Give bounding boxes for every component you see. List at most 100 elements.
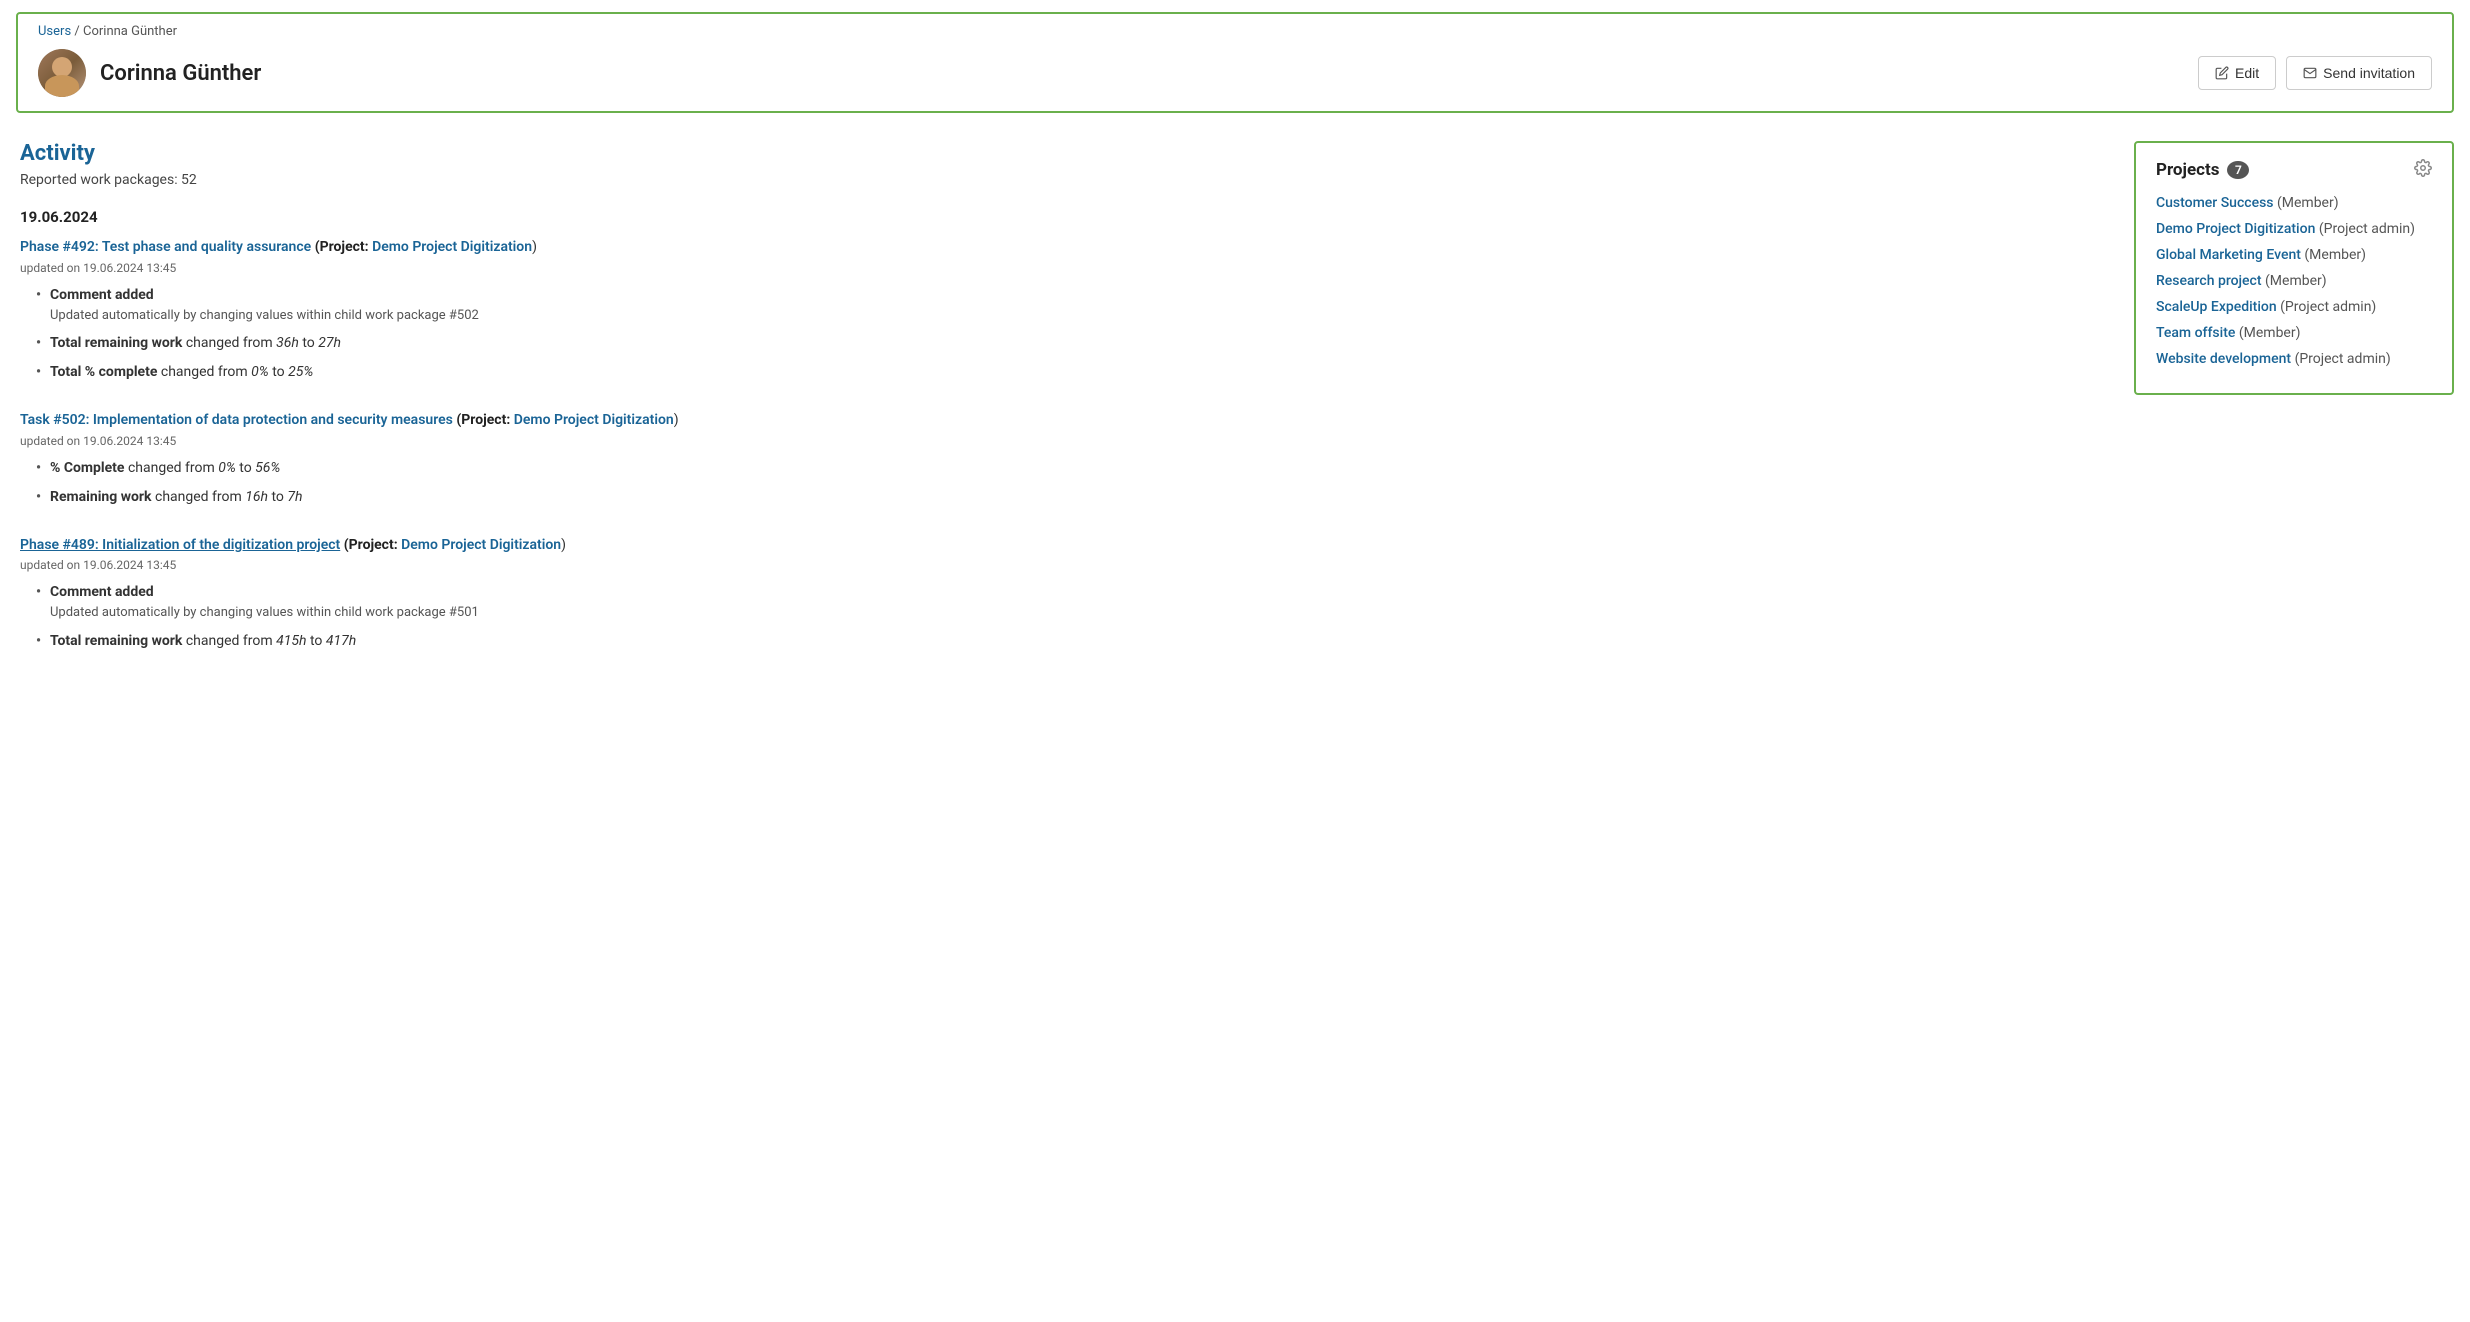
activity-date-header: 19.06.2024 bbox=[20, 208, 2110, 226]
projects-count-badge: 7 bbox=[2227, 161, 2249, 179]
edit-icon bbox=[2215, 66, 2229, 80]
activity-item-paren-close: ) bbox=[532, 239, 537, 255]
mail-icon bbox=[2303, 66, 2317, 80]
activity-item-link[interactable]: Phase #489: Initialization of the digiti… bbox=[20, 537, 340, 553]
header-section: Users / Corinna Günther Corinna Günther … bbox=[16, 12, 2454, 113]
changes-list: Comment added Updated automatically by c… bbox=[20, 582, 2110, 652]
activity-item-updated: updated on 19.06.2024 13:45 bbox=[20, 558, 2110, 572]
project-link[interactable]: ScaleUp Expedition bbox=[2156, 299, 2277, 315]
header-row: Corinna Günther Edit Send invitation bbox=[38, 49, 2432, 97]
project-link[interactable]: Global Marketing Event bbox=[2156, 247, 2301, 263]
project-link[interactable]: Team offsite bbox=[2156, 325, 2235, 341]
activity-project-link[interactable]: Demo Project Digitization bbox=[401, 537, 561, 553]
project-link[interactable]: Website development bbox=[2156, 351, 2291, 367]
activity-item-link[interactable]: Task #502: Implementation of data protec… bbox=[20, 412, 453, 428]
changes-list: Comment added Updated automatically by c… bbox=[20, 285, 2110, 384]
change-to: 56% bbox=[255, 460, 280, 476]
project-prefix-text: Project: bbox=[320, 239, 369, 255]
activity-item: Phase #492: Test phase and quality assur… bbox=[20, 238, 2110, 383]
activity-project-prefix: (Project: bbox=[344, 537, 401, 553]
projects-sidebar: Projects 7 Customer Success (Member) Dem… bbox=[2134, 141, 2454, 395]
change-item: Comment added Updated automatically by c… bbox=[36, 582, 2110, 623]
project-item: ScaleUp Expedition (Project admin) bbox=[2156, 299, 2432, 315]
projects-title: Projects bbox=[2156, 160, 2219, 180]
edit-button-label: Edit bbox=[2235, 65, 2259, 81]
change-item: Total % complete changed from 0% to 25% bbox=[36, 362, 2110, 383]
change-bold: Total remaining work bbox=[50, 335, 182, 351]
change-item: Remaining work changed from 16h to 7h bbox=[36, 487, 2110, 508]
activity-title: Activity bbox=[20, 141, 2110, 166]
project-item: Demo Project Digitization (Project admin… bbox=[2156, 221, 2432, 237]
change-item: Total remaining work changed from 36h to… bbox=[36, 333, 2110, 354]
project-role: (Project admin) bbox=[2295, 351, 2391, 367]
change-from: 0% bbox=[251, 364, 269, 380]
project-link[interactable]: Demo Project Digitization bbox=[2156, 221, 2315, 237]
project-item: Global Marketing Event (Member) bbox=[2156, 247, 2432, 263]
change-bold: Comment added bbox=[50, 584, 154, 600]
activity-item-title: Phase #492: Test phase and quality assur… bbox=[20, 238, 2110, 258]
change-to: 25% bbox=[288, 364, 313, 380]
change-description: Updated automatically by changing values… bbox=[50, 306, 2110, 326]
project-role: (Member) bbox=[2304, 247, 2366, 263]
breadcrumb-separator: / bbox=[74, 24, 79, 39]
gear-icon[interactable] bbox=[2414, 159, 2432, 181]
change-bold: Total % complete bbox=[50, 364, 157, 380]
change-to: 27h bbox=[318, 335, 341, 351]
projects-header: Projects 7 bbox=[2156, 159, 2432, 181]
activity-section: Activity Reported work packages: 52 19.0… bbox=[20, 141, 2110, 680]
edit-button[interactable]: Edit bbox=[2198, 56, 2276, 90]
project-item: Customer Success (Member) bbox=[2156, 195, 2432, 211]
breadcrumb-users-link[interactable]: Users bbox=[38, 24, 71, 39]
project-item: Team offsite (Member) bbox=[2156, 325, 2432, 341]
project-role: (Project admin) bbox=[2319, 221, 2415, 237]
activity-project-prefix: (Project: bbox=[456, 412, 513, 428]
change-to: 417h bbox=[326, 633, 356, 649]
change-item: % Complete changed from 0% to 56% bbox=[36, 458, 2110, 479]
change-bold: Total remaining work bbox=[50, 633, 182, 649]
activity-item-updated: updated on 19.06.2024 13:45 bbox=[20, 261, 2110, 275]
change-from: 0% bbox=[218, 460, 236, 476]
change-bold: Remaining work bbox=[50, 489, 152, 505]
changes-list: % Complete changed from 0% to 56% Remain… bbox=[20, 458, 2110, 508]
activity-item-paren-close: ) bbox=[674, 412, 679, 428]
send-invitation-button[interactable]: Send invitation bbox=[2286, 56, 2432, 90]
projects-title-row: Projects 7 bbox=[2156, 160, 2249, 180]
activity-item-updated: updated on 19.06.2024 13:45 bbox=[20, 434, 2110, 448]
activity-item: Phase #489: Initialization of the digiti… bbox=[20, 536, 2110, 652]
user-info: Corinna Günther bbox=[38, 49, 261, 97]
change-item: Comment added Updated automatically by c… bbox=[36, 285, 2110, 326]
project-item: Website development (Project admin) bbox=[2156, 351, 2432, 367]
change-from: 36h bbox=[276, 335, 299, 351]
project-role: (Member) bbox=[2277, 195, 2339, 211]
projects-list: Customer Success (Member) Demo Project D… bbox=[2156, 195, 2432, 367]
change-bold: % Complete bbox=[50, 460, 124, 476]
breadcrumb: Users / Corinna Günther bbox=[38, 24, 2432, 39]
project-item: Research project (Member) bbox=[2156, 273, 2432, 289]
activity-project-link[interactable]: Demo Project Digitization bbox=[372, 239, 532, 255]
activity-project-prefix: (Project: bbox=[315, 239, 372, 255]
change-from: 415h bbox=[276, 633, 306, 649]
activity-item-paren-close: ) bbox=[561, 537, 566, 553]
change-from: 16h bbox=[245, 489, 268, 505]
project-role: (Member) bbox=[2265, 273, 2327, 289]
project-role: (Project admin) bbox=[2280, 299, 2376, 315]
activity-project-link[interactable]: Demo Project Digitization bbox=[514, 412, 674, 428]
change-bold: Comment added bbox=[50, 287, 154, 303]
page-wrapper: Users / Corinna Günther Corinna Günther … bbox=[0, 12, 2470, 1322]
change-to: 7h bbox=[287, 489, 302, 505]
activity-item-title: Task #502: Implementation of data protec… bbox=[20, 411, 2110, 431]
header-actions: Edit Send invitation bbox=[2198, 56, 2432, 90]
avatar-image bbox=[38, 49, 86, 97]
project-role: (Member) bbox=[2239, 325, 2301, 341]
project-link[interactable]: Customer Success bbox=[2156, 195, 2274, 211]
project-link[interactable]: Research project bbox=[2156, 273, 2262, 289]
change-item: Total remaining work changed from 415h t… bbox=[36, 631, 2110, 652]
activity-item: Task #502: Implementation of data protec… bbox=[20, 411, 2110, 508]
activity-item-link[interactable]: Phase #492: Test phase and quality assur… bbox=[20, 239, 311, 255]
activity-item-title: Phase #489: Initialization of the digiti… bbox=[20, 536, 2110, 556]
main-content: Activity Reported work packages: 52 19.0… bbox=[0, 125, 2470, 680]
avatar bbox=[38, 49, 86, 97]
change-description: Updated automatically by changing values… bbox=[50, 603, 2110, 623]
send-invitation-label: Send invitation bbox=[2323, 65, 2415, 81]
user-name-heading: Corinna Günther bbox=[100, 61, 261, 86]
